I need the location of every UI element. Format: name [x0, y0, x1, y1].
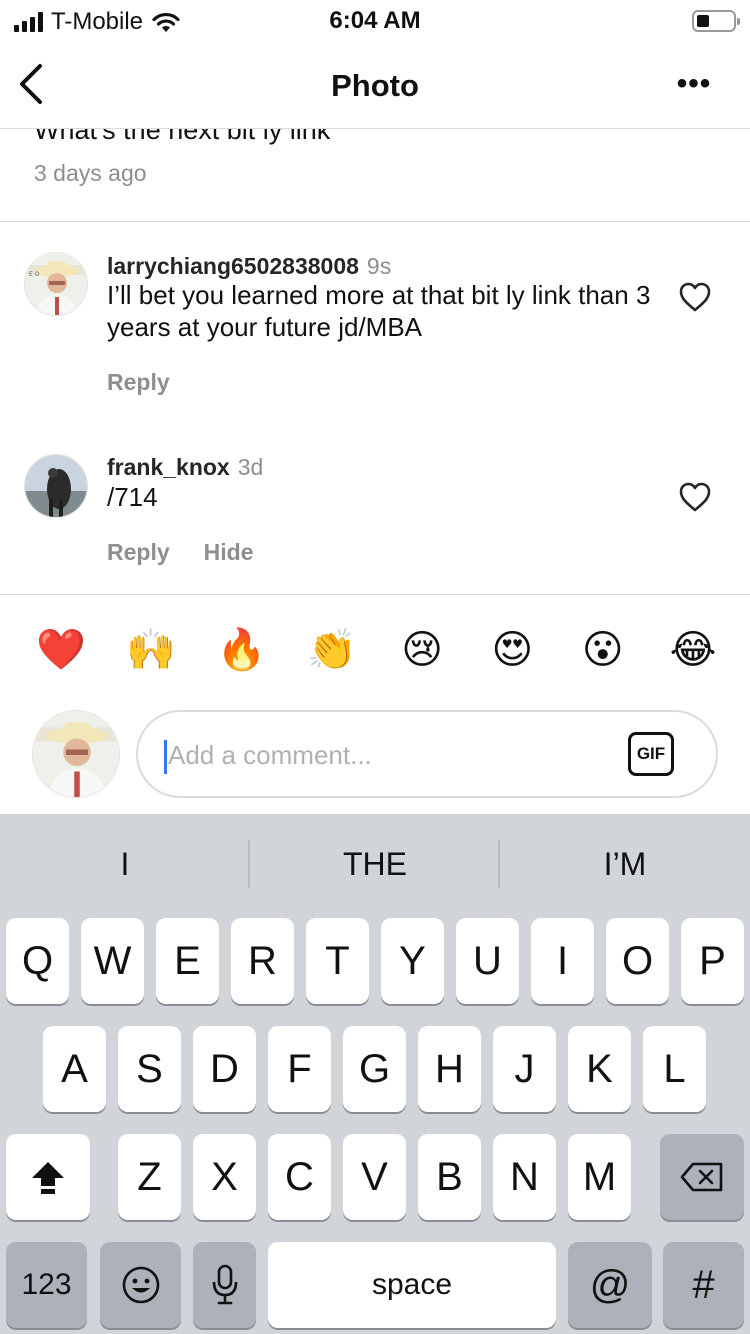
suggestion-2[interactable]: THE [250, 846, 500, 883]
heart-icon [679, 282, 711, 312]
comment-item: frank_knox 3d /714 Reply Hide [0, 421, 750, 595]
hide-button[interactable]: Hide [204, 539, 254, 566]
emoji-fire-button[interactable]: 🔥 [215, 620, 269, 680]
emoji-icon [122, 1266, 159, 1304]
at-key[interactable]: @ [568, 1242, 652, 1328]
microphone-icon [212, 1264, 237, 1305]
key-n[interactable]: N [493, 1134, 556, 1220]
key-i[interactable]: I [531, 918, 594, 1004]
suggestion-1[interactable]: I [0, 846, 250, 883]
key-w[interactable]: W [81, 918, 144, 1004]
heart-icon [679, 482, 711, 512]
key-c[interactable]: C [268, 1134, 331, 1220]
key-b[interactable]: B [418, 1134, 481, 1220]
divider [0, 594, 750, 595]
key-p[interactable]: P [681, 918, 744, 1004]
like-button[interactable] [678, 281, 712, 313]
like-button[interactable] [678, 481, 712, 513]
svg-text:E O: E O [29, 271, 40, 278]
reply-button[interactable]: Reply [107, 539, 170, 566]
emoji-key[interactable] [100, 1242, 181, 1328]
key-o[interactable]: O [606, 918, 669, 1004]
key-y[interactable]: Y [381, 918, 444, 1004]
dictation-key[interactable] [193, 1242, 256, 1328]
key-s[interactable]: S [118, 1026, 181, 1112]
previous-comment-text: What's the next bit ly link [34, 129, 331, 145]
battery-icon [692, 10, 740, 32]
composer-avatar [32, 710, 120, 798]
comment-actions: Reply [107, 369, 170, 396]
comment-item: E O larrychiang6502838008 9s I’ll bet you… [0, 221, 750, 421]
emoji-crying-button[interactable]: 😢 [395, 620, 449, 680]
key-a[interactable]: A [43, 1026, 106, 1112]
key-f[interactable]: F [268, 1026, 331, 1112]
gif-button[interactable]: GIF [628, 732, 674, 776]
username-text[interactable]: larrychiang6502838008 [107, 253, 359, 279]
emoji-raised-hands-button[interactable]: 🙌 [124, 620, 178, 680]
previous-comment-time: 3 days ago [34, 160, 147, 186]
key-v[interactable]: V [343, 1134, 406, 1220]
shift-icon [32, 1162, 64, 1194]
emoji-heart-eyes-button[interactable]: 😍 [485, 620, 539, 680]
comments-list[interactable]: What's the next bit ly link 3 days ago E… [0, 129, 750, 595]
keyboard-suggestions: I THE I’M [0, 814, 750, 914]
status-bar: T-Mobile 6:04 AM [0, 0, 750, 40]
text-caret [164, 740, 167, 774]
key-m[interactable]: M [568, 1134, 631, 1220]
key-h[interactable]: H [418, 1026, 481, 1112]
key-q[interactable]: Q [6, 918, 69, 1004]
delete-key[interactable] [660, 1134, 744, 1220]
shift-key[interactable] [6, 1134, 90, 1220]
nav-bar: Photo ••• [0, 40, 750, 129]
status-time: 6:04 AM [329, 7, 421, 34]
key-u[interactable]: U [456, 918, 519, 1004]
suggestion-3[interactable]: I’M [500, 846, 750, 883]
key-z[interactable]: Z [118, 1134, 181, 1220]
key-e[interactable]: E [156, 918, 219, 1004]
avatar[interactable]: E O [24, 252, 88, 316]
key-g[interactable]: G [343, 1026, 406, 1112]
more-icon: ••• [676, 67, 712, 100]
emoji-surprised-button[interactable]: 😮 [576, 620, 630, 680]
keyboard: I THE I’M Q W E R T Y U I O P A S D F G … [0, 814, 750, 1334]
comment-text: I’ll bet you learned more at that bit ly… [107, 280, 651, 342]
backspace-icon [680, 1162, 723, 1192]
key-j[interactable]: J [493, 1026, 556, 1112]
numbers-key[interactable]: 123 [6, 1242, 87, 1328]
username-text[interactable]: frank_knox [107, 454, 230, 480]
emoji-clap-button[interactable]: 👏 [305, 620, 359, 680]
comment-age: 9s [366, 253, 392, 279]
key-k[interactable]: K [568, 1026, 631, 1112]
key-r[interactable]: R [231, 918, 294, 1004]
comment-placeholder: Add a comment... [168, 740, 372, 770]
comment-username[interactable]: larrychiang6502838008 9s [107, 253, 391, 280]
avatar[interactable] [24, 454, 88, 518]
space-key[interactable]: space [268, 1242, 556, 1328]
key-t[interactable]: T [306, 918, 369, 1004]
key-x[interactable]: X [193, 1134, 256, 1220]
comment-username[interactable]: frank_knox 3d [107, 454, 263, 481]
emoji-heart-button[interactable]: ❤️ [34, 620, 88, 680]
key-l[interactable]: L [643, 1026, 706, 1112]
emoji-laughing-button[interactable]: 😂 [666, 620, 720, 680]
comment-actions: Reply Hide [107, 539, 253, 566]
emoji-bar: ❤️ 🙌 🔥 👏 😢 😍 😮 😂 [0, 620, 750, 680]
hash-key[interactable]: # [663, 1242, 744, 1328]
comment-text: /714 [107, 482, 158, 512]
comment-age: 3d [237, 454, 264, 480]
more-options-button[interactable]: ••• [674, 64, 714, 104]
comment-input[interactable]: Add a comment... GIF [136, 710, 718, 798]
key-d[interactable]: D [193, 1026, 256, 1112]
page-title: Photo [331, 68, 419, 103]
reply-button[interactable]: Reply [107, 369, 170, 396]
